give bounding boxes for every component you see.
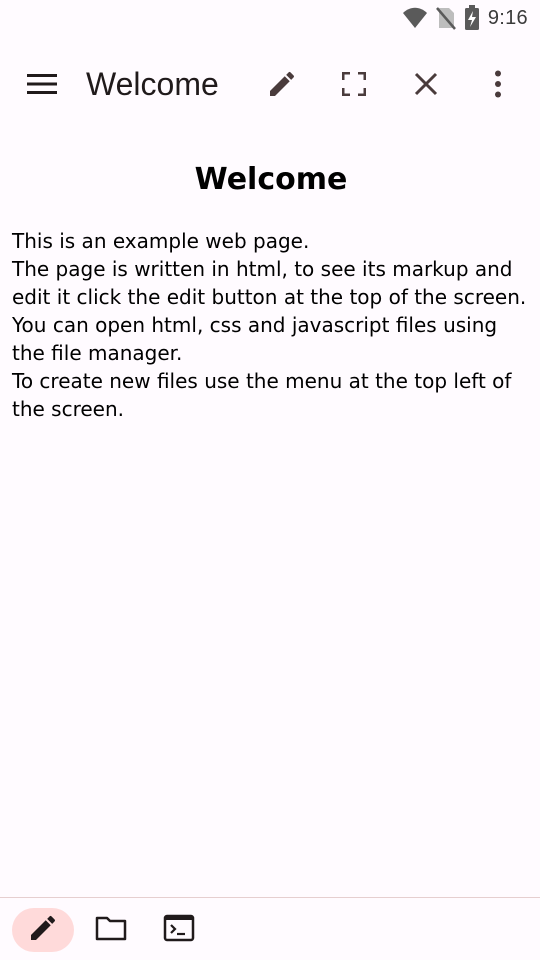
more-options-button[interactable] [474, 60, 522, 108]
page-text-line: The page is written in html, to see its … [12, 257, 527, 309]
nav-editor[interactable] [12, 908, 74, 952]
more-vert-icon [494, 70, 502, 98]
nav-terminal[interactable] [156, 908, 202, 952]
fullscreen-button[interactable] [330, 60, 378, 108]
no-sim-icon [435, 6, 456, 30]
page-text-line: This is an example web page. [12, 229, 310, 253]
page-text-line: To create new files use the menu at the … [12, 369, 512, 421]
status-time: 9:16 [487, 6, 528, 29]
app-bar: Welcome [0, 48, 540, 120]
bottom-navigation [0, 897, 540, 960]
menu-button[interactable] [18, 60, 66, 108]
page-text-line: You can open html, css and javascript fi… [12, 313, 498, 365]
edit-icon [266, 68, 298, 100]
edit-button[interactable] [258, 60, 306, 108]
fullscreen-icon [342, 72, 366, 96]
battery-charging-icon [464, 5, 480, 31]
app-title: Welcome [86, 65, 219, 102]
page-heading: Welcome [194, 162, 348, 197]
menu-icon [27, 73, 57, 95]
edit-icon [27, 912, 59, 949]
close-button[interactable] [402, 60, 450, 108]
close-icon [414, 72, 438, 96]
terminal-icon [163, 914, 195, 947]
folder-icon [95, 914, 127, 947]
wifi-icon [402, 7, 428, 29]
web-preview: Welcome This is an example web page. The… [12, 140, 530, 423]
nav-file-manager[interactable] [88, 908, 134, 952]
status-bar: 9:16 [0, 0, 540, 36]
